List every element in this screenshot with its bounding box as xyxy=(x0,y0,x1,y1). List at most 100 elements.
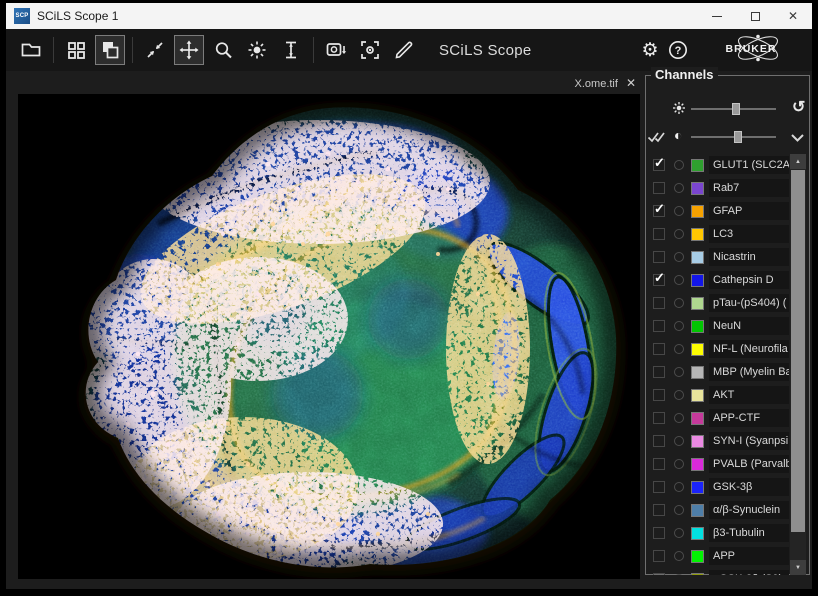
close-button[interactable]: ✕ xyxy=(774,3,812,29)
channel-visible-checkbox[interactable] xyxy=(653,228,665,240)
channel-name-field[interactable]: PVALB (Parvalb xyxy=(709,455,789,473)
channel-name-field[interactable]: α/β-Synuclein xyxy=(709,501,789,519)
channel-color-swatch[interactable] xyxy=(691,320,704,333)
snapshot-export-button[interactable] xyxy=(321,35,351,65)
channel-color-swatch[interactable] xyxy=(691,435,704,448)
channel-name-field[interactable]: SYN-I (Syanpsi xyxy=(709,432,789,450)
channel-visible-checkbox[interactable] xyxy=(653,320,665,332)
channel-solo-radio[interactable] xyxy=(674,298,684,308)
channel-color-swatch[interactable] xyxy=(691,251,704,264)
channel-color-swatch[interactable] xyxy=(691,297,704,310)
select-all-channels-icon[interactable] xyxy=(647,129,669,150)
channel-color-swatch[interactable] xyxy=(691,527,704,540)
contrast-slider[interactable] xyxy=(691,136,776,138)
channel-color-swatch[interactable] xyxy=(691,412,704,425)
channel-solo-radio[interactable] xyxy=(674,413,684,423)
channel-visible-checkbox[interactable] xyxy=(653,573,665,575)
channel-visible-checkbox[interactable] xyxy=(653,251,665,263)
channel-solo-radio[interactable] xyxy=(674,459,684,469)
channel-name-field[interactable]: NF-L (Neurofila xyxy=(709,340,789,358)
channel-color-swatch[interactable] xyxy=(691,550,704,563)
zoom-tool-button[interactable] xyxy=(208,35,238,65)
channel-visible-checkbox[interactable]: ✓ xyxy=(653,159,665,171)
channel-visible-checkbox[interactable] xyxy=(653,366,665,378)
channel-list-scrollbar[interactable]: ▲ ▼ xyxy=(790,154,806,575)
brightness-tool-button[interactable] xyxy=(242,35,272,65)
channel-visible-checkbox[interactable]: ✓ xyxy=(653,274,665,286)
channel-solo-radio[interactable] xyxy=(674,321,684,331)
channel-solo-radio[interactable] xyxy=(674,160,684,170)
brightness-slider[interactable] xyxy=(691,108,776,110)
channel-name-field[interactable]: Nicastrin xyxy=(709,248,789,266)
channel-color-swatch[interactable] xyxy=(691,228,704,241)
scrollbar-thumb[interactable] xyxy=(791,170,805,532)
channel-color-swatch[interactable] xyxy=(691,481,704,494)
open-folder-button[interactable] xyxy=(16,35,46,65)
channel-name-field[interactable]: Rab7 xyxy=(709,179,789,197)
channel-name-field[interactable]: GSK-3β xyxy=(709,478,789,496)
channel-solo-radio[interactable] xyxy=(674,482,684,492)
channel-solo-radio[interactable] xyxy=(674,551,684,561)
channel-name-field[interactable]: Cathepsin D xyxy=(709,271,789,289)
fit-to-view-button[interactable] xyxy=(140,35,170,65)
channel-solo-radio[interactable] xyxy=(674,252,684,262)
channel-visible-checkbox[interactable] xyxy=(653,343,665,355)
channel-visible-checkbox[interactable] xyxy=(653,435,665,447)
channel-solo-radio[interactable] xyxy=(674,436,684,446)
channel-name-field[interactable]: APP-CTF xyxy=(709,409,789,427)
channel-solo-radio[interactable] xyxy=(674,229,684,239)
channel-color-swatch[interactable] xyxy=(691,274,704,287)
channel-solo-radio[interactable] xyxy=(674,344,684,354)
channel-color-swatch[interactable] xyxy=(691,504,704,517)
intensity-range-tool-button[interactable] xyxy=(276,35,306,65)
scroll-up-button[interactable]: ▲ xyxy=(790,154,806,169)
channel-visible-checkbox[interactable]: ✓ xyxy=(653,205,665,217)
channel-solo-radio[interactable] xyxy=(674,528,684,538)
overlay-view-button[interactable] xyxy=(95,35,125,65)
channel-name-field[interactable]: NeuN xyxy=(709,317,789,335)
channel-name-field[interactable]: GFAP xyxy=(709,202,789,220)
channel-color-swatch[interactable] xyxy=(691,389,704,402)
channel-visible-checkbox[interactable] xyxy=(653,182,665,194)
settings-button[interactable]: ⚙ xyxy=(636,36,664,64)
channel-name-field[interactable]: pTau-(pS404) ( xyxy=(709,294,789,312)
channel-visible-checkbox[interactable] xyxy=(653,389,665,401)
channel-name-field[interactable]: APP xyxy=(709,547,789,565)
brightness-slider-handle[interactable] xyxy=(732,103,740,115)
snapshot-region-button[interactable] xyxy=(355,35,385,65)
maximize-button[interactable] xyxy=(736,3,774,29)
image-viewport[interactable] xyxy=(18,94,640,579)
image-tab[interactable]: X.ome.tif xyxy=(571,76,622,92)
channel-visible-checkbox[interactable] xyxy=(653,550,665,562)
channel-visible-checkbox[interactable] xyxy=(653,481,665,493)
channel-name-field[interactable]: pGSK-3β (S9) xyxy=(709,570,789,575)
channel-name-field[interactable]: GLUT1 (SLC2A1 xyxy=(709,156,789,174)
minimize-button[interactable] xyxy=(698,3,736,29)
tile-view-button[interactable] xyxy=(61,35,91,65)
channel-name-field[interactable]: LC3 xyxy=(709,225,789,243)
reset-icon[interactable]: ↺ xyxy=(792,97,805,117)
channel-solo-radio[interactable] xyxy=(674,574,684,575)
chevron-down-icon[interactable] xyxy=(790,130,805,148)
channel-solo-radio[interactable] xyxy=(674,367,684,377)
channel-solo-radio[interactable] xyxy=(674,275,684,285)
channel-name-field[interactable]: MBP (Myelin Ba xyxy=(709,363,789,381)
channel-color-swatch[interactable] xyxy=(691,366,704,379)
channel-name-field[interactable]: β3-Tubulin xyxy=(709,524,789,542)
channel-visible-checkbox[interactable] xyxy=(653,458,665,470)
contrast-slider-handle[interactable] xyxy=(734,131,742,143)
channel-color-swatch[interactable] xyxy=(691,343,704,356)
channel-color-swatch[interactable] xyxy=(691,458,704,471)
measure-tool-button[interactable] xyxy=(389,35,419,65)
channel-color-swatch[interactable] xyxy=(691,159,704,172)
help-button[interactable]: ? xyxy=(664,36,692,64)
channel-solo-radio[interactable] xyxy=(674,206,684,216)
channel-visible-checkbox[interactable] xyxy=(653,527,665,539)
channel-color-swatch[interactable] xyxy=(691,182,704,195)
pan-tool-button[interactable] xyxy=(174,35,204,65)
tab-close-icon[interactable]: ✕ xyxy=(622,76,640,92)
channel-visible-checkbox[interactable] xyxy=(653,412,665,424)
channel-color-swatch[interactable] xyxy=(691,573,704,575)
channel-name-field[interactable]: AKT xyxy=(709,386,789,404)
channel-solo-radio[interactable] xyxy=(674,183,684,193)
